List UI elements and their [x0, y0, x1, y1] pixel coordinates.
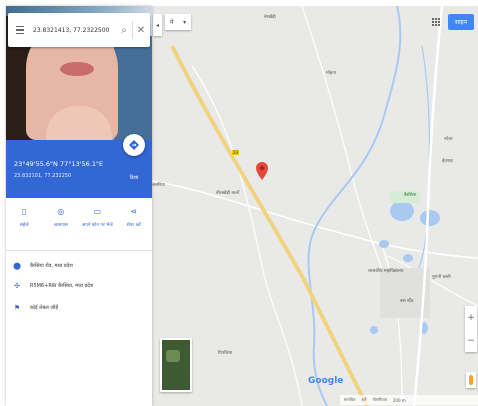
google-logo-text: Google — [308, 376, 344, 386]
info-row-label[interactable]: ⚑ कोई लेबल जोड़ें — [12, 304, 58, 312]
map-label-town-area: पुरानी बस्ती — [432, 275, 451, 280]
road-badge: 23 — [232, 150, 240, 155]
save-label: सहेजें — [19, 223, 29, 228]
save-button[interactable]: ▯ सहेजें — [9, 204, 39, 240]
zoom-control: + − — [465, 306, 477, 352]
directions-label: दिशा — [129, 175, 139, 181]
map-label-mid-village: बीलखेड़ी कलाँ — [216, 191, 240, 196]
search-box: ⌕ ✕ — [8, 13, 150, 47]
map-label-station: बस स्टैंड — [400, 299, 414, 304]
map-label-river-village: ललरिया — [152, 183, 165, 188]
map-label-right-mid: ईदगाह — [442, 159, 453, 164]
bookmark-icon: ▯ — [22, 207, 27, 216]
footer-scale: 200 m — [392, 397, 406, 403]
directions-button[interactable] — [123, 134, 145, 156]
map-footer: मानचित्र शर्तें गोपनीयता 200 m — [340, 395, 478, 405]
nearby-button[interactable]: ◎ आसपास — [46, 204, 76, 240]
info-row-address[interactable]: ⬤ बैरसिया रोड, मध्य प्रदेश — [12, 262, 73, 270]
close-icon[interactable]: ✕ — [133, 22, 149, 38]
plus-code-text: R5M6+RW बैरसिया, मध्य प्रदेश — [30, 283, 94, 289]
footer-terms[interactable]: शर्तें — [361, 397, 366, 403]
pin-icon: ⬤ — [13, 262, 21, 270]
place-title: 23°49'55.6"N 77°13'56.1"E — [14, 160, 104, 168]
menu-icon[interactable] — [12, 21, 30, 39]
info-row-plus-code[interactable]: ✣ R5M6+RW बैरसिया, मध्य प्रदेश — [12, 282, 93, 290]
street-view-pegman-icon[interactable] — [466, 372, 476, 388]
map-label-right-top: नरेला — [444, 137, 453, 142]
zoom-in-button[interactable]: + — [465, 306, 477, 329]
search-icon[interactable]: ⌕ — [116, 22, 132, 38]
sign-in-button[interactable]: साइन — [448, 14, 474, 30]
map-label-top-village: बेरखेड़ी — [264, 15, 276, 20]
map-label-bottom-left: पिपलिया — [218, 351, 233, 356]
google-logo: Google — [308, 376, 343, 386]
plus-code-icon: ✣ — [14, 282, 20, 290]
layers-label: मे — [169, 19, 174, 26]
location-pin-icon[interactable] — [256, 162, 268, 180]
panel-divider — [6, 250, 152, 251]
footer-privacy[interactable]: गोपनीयता — [372, 397, 386, 403]
send-to-phone-label: अपने फ़ोन पर भेजें — [81, 223, 113, 228]
action-row: ▯ सहेजें ◎ आसपास ▭ अपने फ़ोन पर भेजें ⋖ … — [6, 204, 152, 240]
map-label-town: बैरसिया — [404, 193, 417, 198]
directions-icon — [129, 140, 139, 150]
satellite-layer-toggle[interactable] — [160, 338, 192, 392]
collapse-panel-button[interactable]: ◂ — [153, 14, 162, 36]
send-to-phone-button[interactable]: ▭ अपने फ़ोन पर भेजें — [81, 204, 113, 240]
grid-icon[interactable] — [432, 18, 440, 26]
zoom-out-button[interactable]: − — [465, 329, 477, 352]
share-label: शेयर करें — [126, 223, 141, 228]
place-panel: ⌕ ✕ 23°49'55.6"N 77°13'56.1"E 23.832101,… — [6, 6, 152, 406]
footer-map-data[interactable]: मानचित्र — [344, 397, 355, 403]
map-label-college: शासकीय महाविद्यालय — [368, 269, 404, 274]
map-canvas[interactable]: 23 बेरखेड़ी मोहना बीलखेड़ी कलाँ ललरिया न… — [152, 6, 478, 406]
phone-icon: ▭ — [93, 207, 102, 216]
share-icon: ⋖ — [130, 207, 138, 216]
search-input[interactable] — [30, 26, 116, 34]
address-text: बैरसिया रोड, मध्य प्रदेश — [30, 263, 73, 269]
flag-icon: ⚑ — [13, 304, 21, 312]
place-header: 23°49'55.6"N 77°13'56.1"E 23.832101, 77.… — [6, 134, 152, 198]
chevron-down-icon: ▾ — [183, 18, 187, 26]
nearby-label: आसपास — [53, 223, 68, 228]
share-button[interactable]: ⋖ शेयर करें — [119, 204, 149, 240]
nearby-icon: ◎ — [57, 207, 65, 216]
map-geometry — [152, 6, 478, 406]
map-label-left-village: मोहना — [326, 71, 336, 76]
add-label-text: कोई लेबल जोड़ें — [30, 305, 59, 311]
place-coordinates: 23.832101, 77.232250 — [14, 173, 72, 179]
layers-button[interactable]: मे ▾ — [165, 14, 191, 30]
